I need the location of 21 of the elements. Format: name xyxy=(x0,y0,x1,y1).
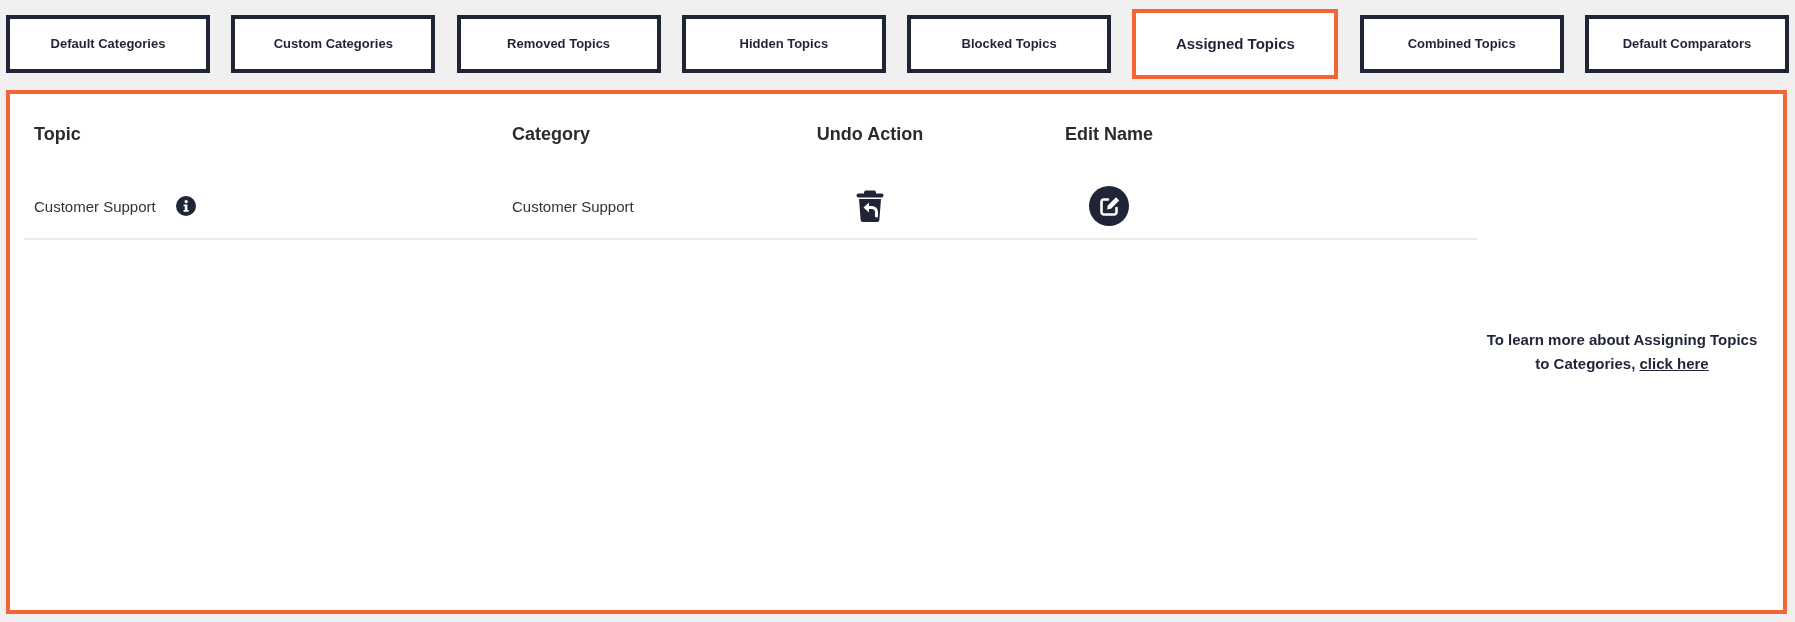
undo-button[interactable] xyxy=(856,190,884,222)
table-cell: Customer Support xyxy=(34,197,156,215)
help-link[interactable]: click here xyxy=(1639,355,1709,372)
edit-icon xyxy=(1089,186,1129,226)
tab[interactable]: Custom Categories xyxy=(231,14,436,73)
edit-button[interactable] xyxy=(1089,186,1129,226)
tab[interactable]: Assigned Topics xyxy=(1132,8,1339,79)
column-header: Edit Name xyxy=(1065,123,1153,145)
column-header: Category xyxy=(511,123,591,145)
tab[interactable]: Hidden Topics xyxy=(681,14,886,73)
info-icon[interactable] xyxy=(175,196,196,216)
column-header: Topic xyxy=(33,123,81,145)
tab[interactable]: Blocked Topics xyxy=(907,14,1112,73)
tab[interactable]: Default Categories xyxy=(6,14,210,73)
column-header: Undo Action xyxy=(816,123,924,145)
tab[interactable]: Removed Topics xyxy=(456,14,661,73)
trash-icon xyxy=(856,190,884,222)
tab[interactable]: Combined Topics xyxy=(1359,14,1564,73)
table-cell: Customer Support xyxy=(512,197,634,215)
help-text: To learn more about Assigning Topics to Categories, click here xyxy=(1485,330,1759,374)
tab[interactable]: Default Comparators xyxy=(1584,14,1789,73)
